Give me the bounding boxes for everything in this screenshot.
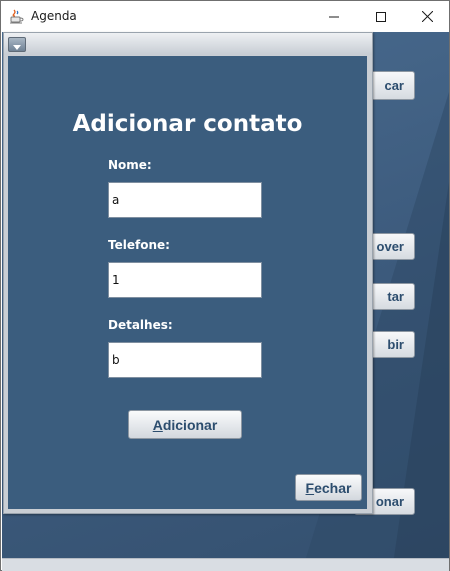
name-label: Nome: — [108, 158, 152, 172]
minimize-icon — [329, 7, 339, 26]
phone-input[interactable] — [108, 262, 262, 298]
details-input[interactable] — [108, 342, 262, 378]
minimize-button[interactable] — [311, 1, 357, 32]
maximize-icon — [376, 7, 386, 26]
dropdown-arrow-icon — [13, 35, 21, 54]
app-window: Agenda car over tar bir onar Adicionar c… — [0, 0, 450, 571]
dialog-menu-button[interactable] — [8, 37, 26, 52]
background-edit-button-label: tar — [387, 289, 404, 304]
dialog-title-bar[interactable] — [4, 33, 372, 55]
background-remove-button-label: over — [376, 239, 404, 254]
name-input[interactable] — [108, 182, 262, 218]
phone-label: Telefone: — [108, 238, 170, 252]
background-search-button-label: car — [384, 78, 404, 93]
dialog-body: Adicionar contato Nome: Telefone: Detalh… — [8, 56, 367, 509]
add-button-label: dicionar — [162, 416, 218, 433]
add-contact-dialog: Adicionar contato Nome: Telefone: Detalh… — [3, 32, 373, 514]
maximize-button[interactable] — [358, 1, 404, 32]
background-add-button-label: onar — [375, 494, 404, 509]
close-button[interactable] — [404, 1, 450, 32]
details-label: Detalhes: — [108, 318, 173, 332]
close-dialog-button-mnemonic: F — [305, 479, 315, 496]
close-dialog-button-label: echar — [314, 479, 352, 496]
add-button[interactable]: Adicionar — [128, 410, 242, 439]
title-bar[interactable]: Agenda — [1, 1, 449, 32]
dialog-heading: Adicionar contato — [72, 111, 303, 137]
background-show-button-label: bir — [387, 337, 404, 352]
bottom-strip — [2, 558, 449, 571]
close-icon — [421, 7, 433, 26]
java-cup-icon — [9, 8, 25, 24]
window-title: Agenda — [31, 9, 77, 23]
add-button-mnemonic: A — [152, 416, 163, 433]
close-dialog-button[interactable]: Fechar — [295, 474, 362, 501]
